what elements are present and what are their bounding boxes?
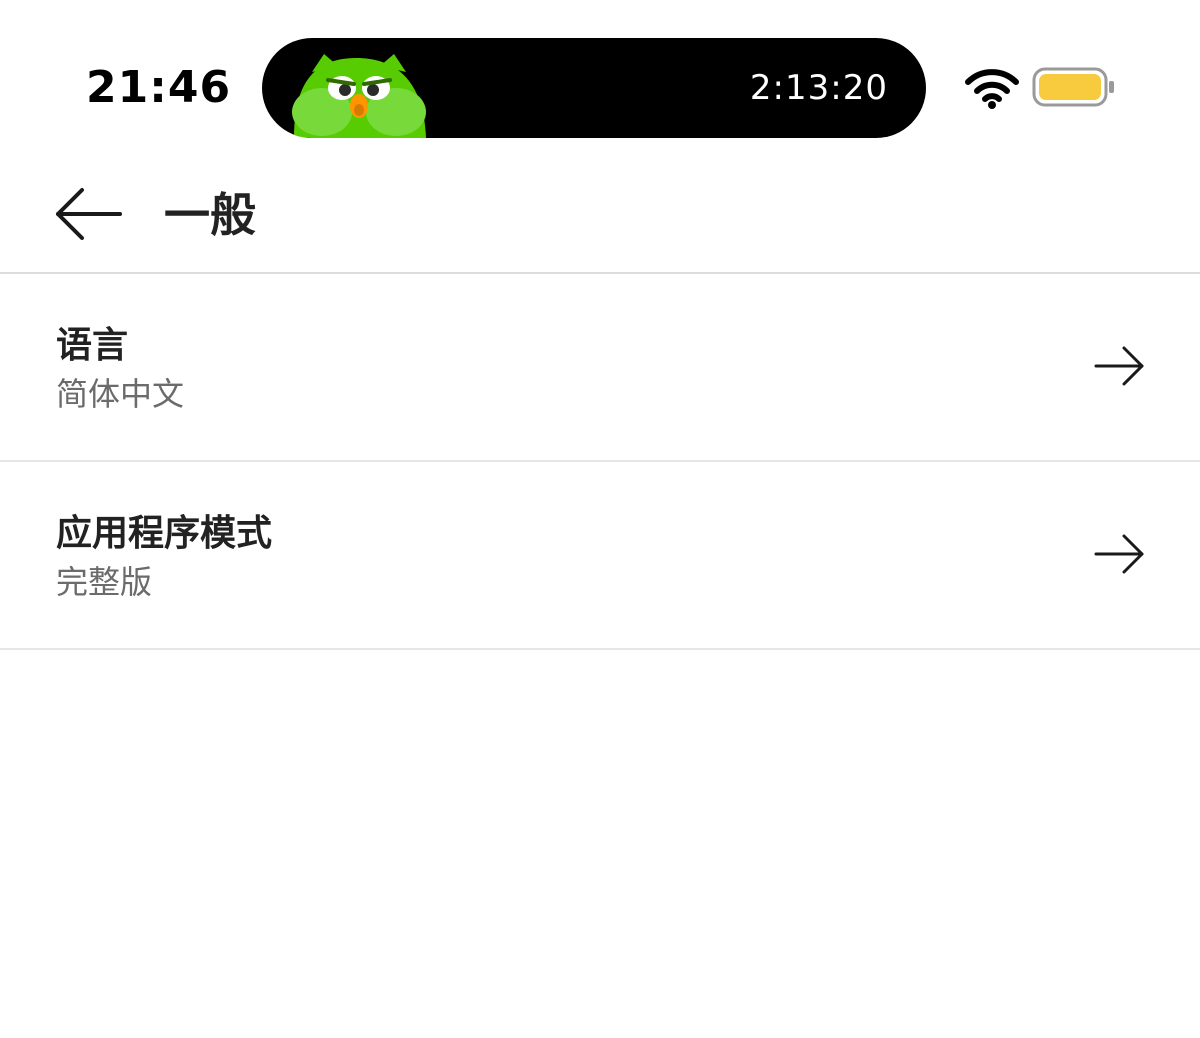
- arrow-left-icon: [56, 188, 122, 240]
- battery-icon: [1032, 67, 1114, 107]
- arrow-right-icon: [1094, 534, 1144, 574]
- wifi-icon: [965, 69, 1019, 109]
- settings-item-language[interactable]: 语言 简体中文: [0, 274, 1200, 462]
- settings-item-app-mode[interactable]: 应用程序模式 完整版: [0, 462, 1200, 650]
- settings-general-screen: 21:46 2:13:20 一般 语言 简体中文 应用程序模式 完整版: [0, 0, 1200, 1038]
- settings-item-value: 简体中文: [56, 375, 185, 413]
- back-button[interactable]: [48, 182, 128, 246]
- status-time: 21:46: [86, 62, 232, 113]
- page-title: 一般: [164, 188, 256, 242]
- arrow-right-icon: [1094, 346, 1144, 386]
- navigation-bar: 一般: [0, 160, 1200, 274]
- settings-item-title: 应用程序模式: [56, 513, 273, 554]
- settings-list: 语言 简体中文 应用程序模式 完整版: [0, 274, 1200, 650]
- duo-owl-icon: [292, 54, 426, 138]
- dynamic-island[interactable]: 2:13:20: [262, 38, 926, 138]
- settings-item-title: 语言: [56, 325, 129, 366]
- settings-item-value: 完整版: [56, 563, 153, 601]
- live-activity-timer: 2:13:20: [749, 68, 888, 108]
- status-bar: 21:46 2:13:20: [0, 0, 1200, 160]
